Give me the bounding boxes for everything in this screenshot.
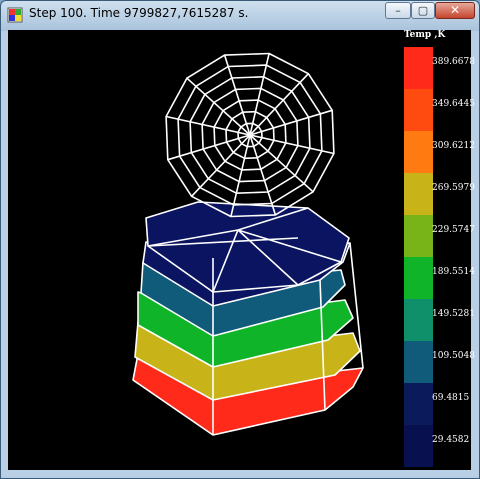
legend-label: 349.6445 [432,99,475,109]
legend-label: 229.5747 [432,225,475,235]
maximize-icon: ▢ [417,4,429,17]
temperature-3d-model [132,52,364,436]
render-canvas[interactable]: Temp ,K 389.6678 349.6445 309.6212 269.5979… [8,30,475,470]
legend-title: Temp ,K [404,30,446,40]
legend-swatch [404,47,433,89]
legend-swatch [404,341,433,383]
minimize-button[interactable]: – [385,2,411,19]
legend-swatch [404,215,433,257]
legend-label: 269.5979 [432,183,475,193]
legend-swatch [404,173,433,215]
app-icon [7,7,23,23]
legend-label: 69.4815 [432,393,470,403]
minimize-icon: – [395,4,401,17]
legend-label: 189.5514 [432,267,475,277]
legend-label: 29.4582 [432,435,470,445]
legend-swatch [404,425,433,467]
app-window: Step 100. Time 9799827,7615287 s. – ▢ ✕ [0,0,480,479]
wireframe-sphere [165,52,335,218]
legend-swatch [404,131,433,173]
window-title: Step 100. Time 9799827,7615287 s. [29,6,249,20]
legend-swatch [404,383,433,425]
close-button[interactable]: ✕ [435,2,475,19]
legend-swatch [404,89,433,131]
legend-label: 149.5281 [432,309,475,319]
legend-label: 389.6678 [432,57,475,67]
title-bar[interactable]: Step 100. Time 9799827,7615287 s. – ▢ ✕ [1,1,479,29]
legend-swatch [404,299,433,341]
legend-label: 309.6212 [432,141,475,151]
legend-swatch [404,257,433,299]
close-icon: ✕ [449,3,461,17]
legend-label: 109.5048 [432,351,475,361]
maximize-button[interactable]: ▢ [411,2,435,19]
